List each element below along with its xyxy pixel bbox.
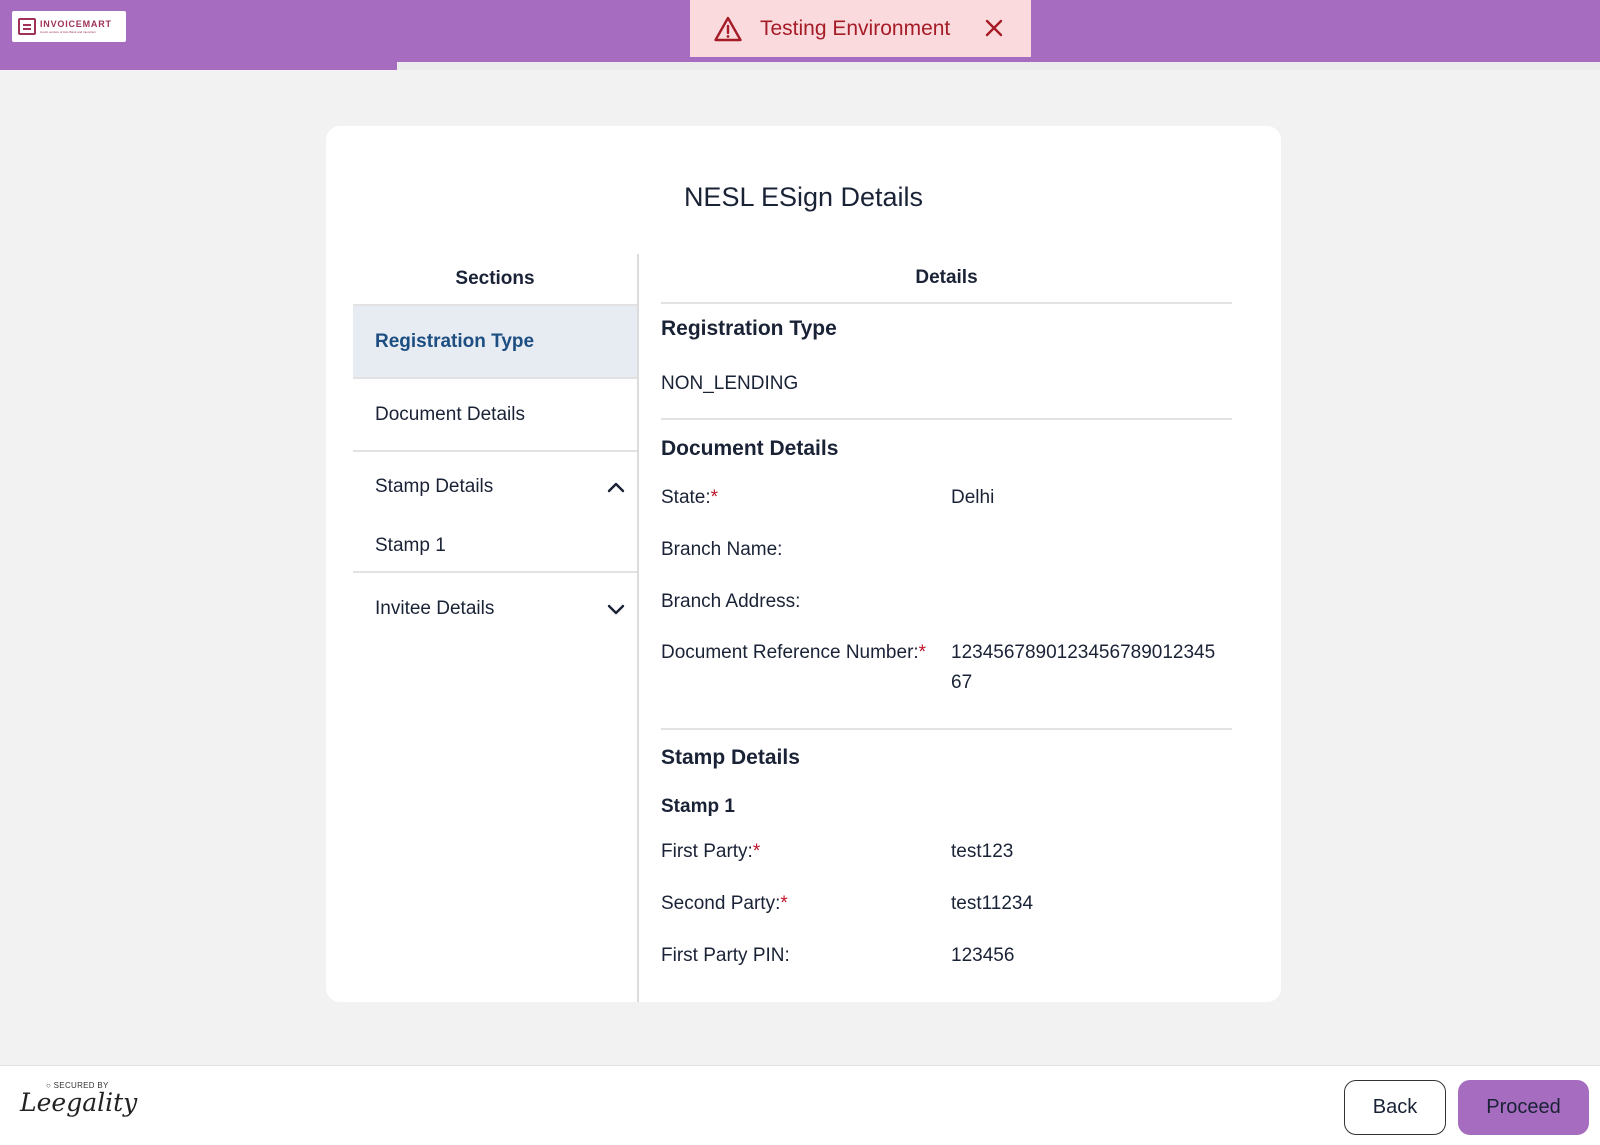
- branch-address-label: Branch Address:: [661, 591, 801, 612]
- page-title: NESL ESign Details: [683, 182, 924, 212]
- section-item-stamp-details[interactable]: Stamp Details: [353, 450, 637, 521]
- leegality-logo: Leegality: [20, 1088, 138, 1117]
- document-details-block: Document Details State:* Delhi Branch Na…: [661, 420, 1232, 730]
- section-item-label: Registration Type: [375, 330, 535, 352]
- chevron-up-icon[interactable]: [607, 481, 625, 493]
- required-marker: *: [752, 841, 761, 862]
- sections-header: Sections: [455, 268, 535, 289]
- first-party-pin-label: First Party PIN:: [661, 945, 790, 966]
- state-value: Delhi: [951, 487, 995, 508]
- proceed-button[interactable]: Proceed: [1458, 1080, 1589, 1135]
- details-header: Details: [661, 254, 1232, 304]
- required-marker: *: [918, 642, 927, 663]
- stamp-details-title: Stamp Details: [661, 746, 800, 769]
- branch-name-row: Branch Name:: [661, 535, 1232, 565]
- stamp-details-block: Stamp Details Stamp 1 First Party:* test…: [661, 730, 1232, 971]
- second-party-label: Second Party:: [661, 893, 781, 914]
- section-item-invitee-details[interactable]: Invitee Details: [353, 573, 637, 645]
- first-party-pin-row: First Party PIN: 123456: [661, 941, 1232, 971]
- first-party-pin-value: 123456: [951, 945, 1015, 966]
- invoicemart-logo[interactable]: INVOICEMART A joint venture of Axis Bank…: [12, 11, 126, 42]
- branch-address-value: [951, 587, 1232, 617]
- section-item-registration-type[interactable]: Registration Type: [353, 304, 637, 377]
- required-marker: *: [710, 487, 719, 508]
- required-marker: *: [780, 893, 788, 914]
- progress-bar: [0, 62, 1600, 70]
- sections-column: Sections Registration Type Document Deta…: [353, 254, 639, 1002]
- branch-address-row: Branch Address:: [661, 587, 1232, 617]
- section-item-label: Stamp Details: [375, 475, 494, 497]
- logo-tagline: A joint venture of Axis Bank and mjuncti…: [40, 29, 96, 34]
- state-row: State:* Delhi: [661, 483, 1232, 513]
- progress-bar-fill: [0, 62, 397, 70]
- document-details-title: Document Details: [661, 437, 839, 460]
- back-button[interactable]: Back: [1344, 1080, 1446, 1135]
- document-reference-label: Document Reference Number:: [661, 642, 919, 663]
- registration-type-value: NON_LENDING: [661, 373, 799, 394]
- banner-text: Testing Environment: [760, 16, 951, 40]
- invoicemart-logo-icon: [18, 18, 36, 35]
- first-party-row: First Party:* test123: [661, 837, 1232, 867]
- section-item-label: Document Details: [375, 403, 525, 425]
- first-party-label: First Party:: [661, 841, 753, 862]
- section-item-document-details[interactable]: Document Details: [353, 377, 637, 450]
- secured-by-leegality: ○ SECURED BY Leegality: [20, 1081, 137, 1117]
- branch-name-label: Branch Name:: [661, 539, 783, 560]
- second-party-value: test11234: [951, 893, 1034, 914]
- footer-bar: ○ SECURED BY Leegality Back Proceed: [0, 1065, 1600, 1145]
- chevron-down-icon[interactable]: [607, 603, 625, 615]
- registration-type-title: Registration Type: [661, 317, 837, 340]
- warning-triangle-icon: [714, 16, 742, 41]
- section-subitem-label: Stamp 1: [375, 535, 446, 556]
- details-column: Details Registration Type NON_LENDING Do…: [661, 254, 1232, 971]
- first-party-value: test123: [951, 841, 1014, 862]
- document-reference-row: Document Reference Number:* 123456789012…: [661, 638, 1232, 698]
- state-label: State:: [661, 487, 711, 508]
- section-item-label: Invitee Details: [375, 598, 495, 619]
- stamp-1-title: Stamp 1: [661, 796, 735, 817]
- section-subitem-stamp-1[interactable]: Stamp 1: [353, 521, 637, 573]
- esign-details-card: NESL ESign Details Sections Registration…: [326, 126, 1281, 1002]
- branch-name-value: [951, 535, 1232, 565]
- testing-environment-banner: Testing Environment: [690, 0, 1031, 57]
- second-party-row: Second Party:* test11234: [661, 889, 1232, 919]
- logo-name: INVOICEMART: [40, 18, 112, 29]
- close-icon[interactable]: [982, 16, 1006, 40]
- document-reference-value: 1234567890123456789012345 67: [951, 642, 1216, 693]
- top-bar: INVOICEMART A joint venture of Axis Bank…: [0, 0, 1600, 62]
- registration-type-block: Registration Type NON_LENDING: [661, 304, 1232, 420]
